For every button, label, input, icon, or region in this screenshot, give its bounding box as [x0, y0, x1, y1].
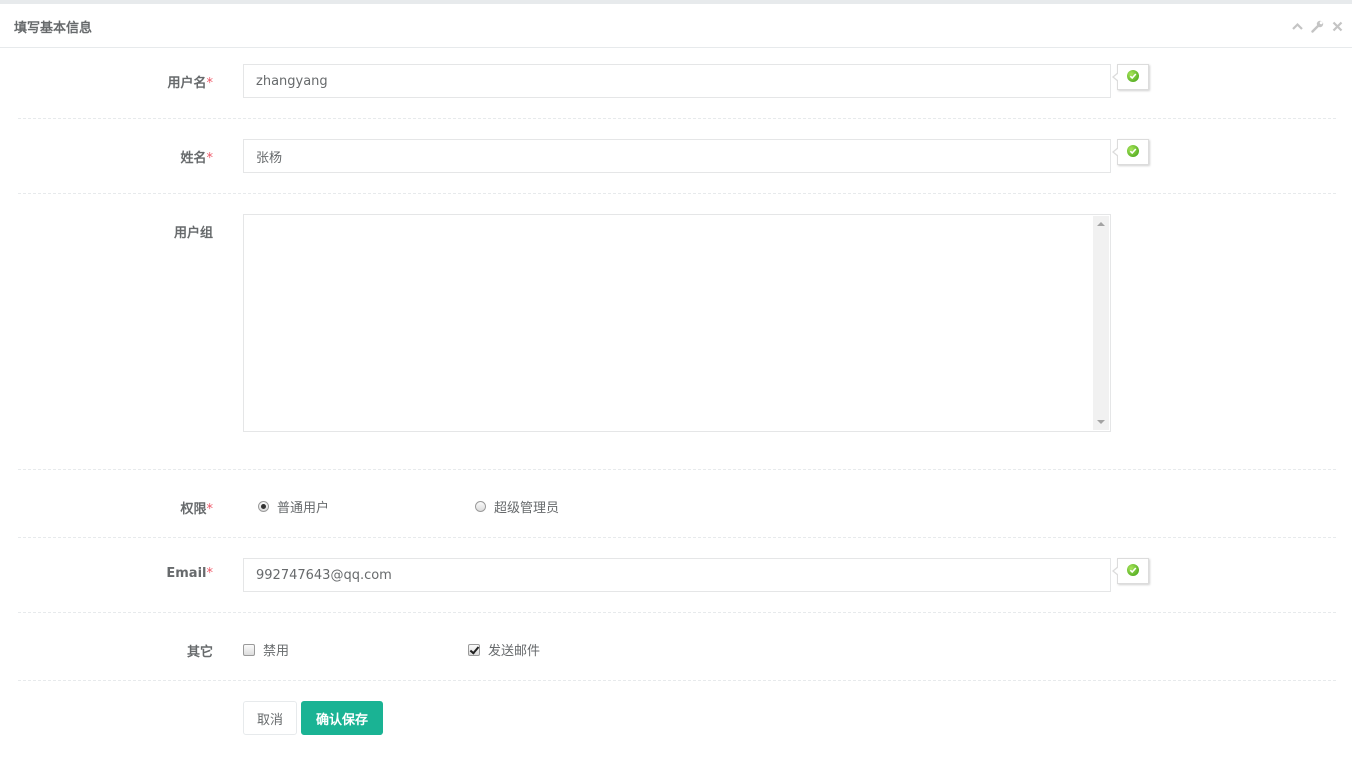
usergroup-label: 用户组: [173, 226, 213, 241]
username-valid-tip: [1112, 64, 1149, 90]
collapse-icon[interactable]: [1291, 18, 1304, 31]
radio-super-admin[interactable]: 超级管理员: [475, 497, 559, 516]
usergroup-select[interactable]: [243, 214, 1111, 432]
scrollbar[interactable]: [1093, 216, 1109, 430]
email-label: Email*: [166, 566, 213, 581]
cancel-button[interactable]: 取消: [243, 701, 297, 735]
scroll-up-icon[interactable]: [1097, 222, 1105, 226]
radio-button[interactable]: [475, 501, 486, 512]
permission-label: 权限*: [180, 502, 213, 517]
email-input[interactable]: [243, 558, 1111, 592]
divider: [18, 680, 1336, 681]
email-valid-tip: [1112, 558, 1149, 584]
scroll-down-icon[interactable]: [1097, 420, 1105, 424]
radio-button[interactable]: [258, 501, 269, 512]
radio-normal-user[interactable]: 普通用户: [258, 497, 329, 516]
checkbox-send-email[interactable]: 发送邮件: [468, 640, 540, 659]
fullname-valid-tip: [1112, 139, 1149, 165]
check-icon: [1127, 145, 1139, 157]
fullname-input[interactable]: [243, 139, 1111, 173]
divider: [18, 193, 1336, 194]
check-icon: [1127, 70, 1139, 82]
divider: [18, 469, 1336, 470]
fullname-label: 姓名*: [180, 151, 213, 166]
checkbox[interactable]: [243, 643, 255, 656]
divider: [18, 118, 1336, 119]
divider: [18, 537, 1336, 538]
wrench-icon[interactable]: [1311, 18, 1324, 33]
divider: [18, 612, 1336, 613]
checkbox[interactable]: [468, 643, 480, 656]
checkbox-disable[interactable]: 禁用: [243, 640, 289, 659]
panel-header: 填写基本信息: [0, 4, 1352, 48]
panel-tools: [1291, 18, 1344, 33]
username-input[interactable]: [243, 64, 1111, 98]
close-icon[interactable]: [1331, 18, 1344, 32]
username-label: 用户名*: [167, 76, 213, 91]
check-icon: [1127, 564, 1139, 576]
other-label: 其它: [186, 645, 213, 660]
panel-title: 填写基本信息: [14, 21, 93, 36]
save-button[interactable]: 确认保存: [301, 701, 383, 735]
